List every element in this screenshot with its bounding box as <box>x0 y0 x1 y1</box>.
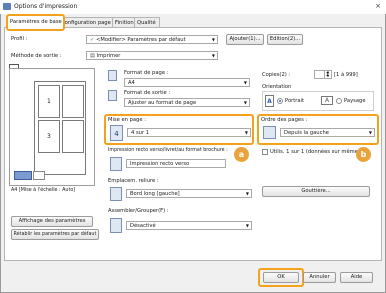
layout-value: 4 sur 1 <box>131 130 150 136</box>
page-order-label: Ordre des pages : <box>261 117 308 123</box>
page-size-select[interactable]: A4 ▼ <box>124 78 250 87</box>
binding-icon <box>110 187 122 201</box>
help-button[interactable]: Aide <box>340 272 373 283</box>
duplex-select[interactable]: Impression recto verso <box>126 159 226 168</box>
binding-value: Bord long [gauche] <box>130 191 180 197</box>
page-number-1: 1 <box>47 98 51 105</box>
copies-range: [1 à 999] <box>334 72 358 78</box>
page-preview: 1 3 <box>9 68 95 186</box>
close-icon[interactable]: × <box>372 1 384 11</box>
output-size-label: Format de sortie : <box>124 90 171 96</box>
output-size-value: Ajuster au format de page <box>128 100 197 106</box>
one-sided-label: Utilis. 1 sur 1 (données sur même pag <box>270 149 370 155</box>
copies-spinner[interactable]: ▲ ▼ <box>324 70 331 79</box>
output-method-label: Méthode de sortie : <box>11 53 62 59</box>
profile-select[interactable]: ✓ <Modifier> Paramètres par défaut ▼ <box>86 35 218 44</box>
page-order-select[interactable]: Depuis la gauche ▼ <box>280 128 375 137</box>
chevron-down-icon: ▼ <box>243 80 247 85</box>
duplex-value: Impression recto verso <box>130 161 190 167</box>
binding-select[interactable]: Bord long [gauche] ▼ <box>126 189 252 198</box>
page-order-value: Depuis la gauche <box>284 130 329 136</box>
preview-page <box>62 85 84 118</box>
chevron-down-icon: ▼ <box>245 223 249 228</box>
orientation-group: A Portrait A Paysage <box>262 91 374 111</box>
page-size-label: Format de page : <box>124 70 169 76</box>
landscape-radio[interactable] <box>336 98 342 104</box>
preview-caption: A4 [Mise à l'échelle : Auto] <box>11 188 76 193</box>
show-settings-button[interactable]: Affichage des paramètres <box>11 216 93 227</box>
finishing-select[interactable]: Désactivé ▼ <box>126 221 252 230</box>
portrait-label: Portrait <box>285 98 305 104</box>
page-order-group: Ordre des pages : Depuis la gauche ▼ <box>257 114 379 145</box>
printer-preview-icon[interactable] <box>14 171 32 180</box>
layout-label: Mise en page : <box>108 117 146 123</box>
output-method-select[interactable]: ▤ Imprimer ▼ <box>86 51 218 60</box>
layout-group: Mise en page : 4 4 sur 1 ▼ <box>104 114 254 145</box>
profile-value: <Modifier> Paramètres par défaut <box>96 37 186 43</box>
portrait-icon: A <box>265 95 274 107</box>
collate-icon <box>110 218 122 233</box>
tab-basic-settings[interactable]: Paramètres de base <box>6 14 65 31</box>
chevron-down-icon: ▼ <box>243 100 247 105</box>
printer-icon <box>3 3 11 10</box>
page-number-3: 3 <box>47 133 51 140</box>
layout-icon: 4 <box>110 125 123 141</box>
gutter-button[interactable]: Gouttière... <box>262 186 370 197</box>
binding-label: Emplacem. reliure : <box>108 178 159 184</box>
settings-preview-icon[interactable] <box>33 171 45 180</box>
one-sided-checkbox[interactable] <box>262 149 268 155</box>
print-icon: ▤ <box>90 53 95 59</box>
callout-badge-b: b <box>356 147 371 162</box>
add-profile-button[interactable]: Ajouter(1)... <box>226 34 264 45</box>
chevron-down-icon: ▼ <box>211 53 215 58</box>
output-method-value: Imprimer <box>96 53 121 59</box>
portrait-radio[interactable] <box>277 98 283 104</box>
duplex-label: Impression recto verso/livret/au format … <box>108 148 228 153</box>
chevron-down-icon: ▼ <box>368 130 372 135</box>
page-size-icon <box>108 70 117 81</box>
orientation-label: Orientation <box>262 84 292 90</box>
page-size-value: A4 <box>128 80 135 86</box>
preview-page <box>62 120 84 153</box>
output-size-icon <box>108 90 117 101</box>
edit-profile-button[interactable]: Edition(2)... <box>267 34 303 45</box>
callout-badge-a: a <box>234 147 249 162</box>
layout-select[interactable]: 4 sur 1 ▼ <box>127 128 251 137</box>
preview-sheet: 1 3 <box>34 81 86 175</box>
landscape-icon: A <box>321 96 333 105</box>
duplex-icon <box>110 157 122 171</box>
landscape-label: Paysage <box>344 98 366 104</box>
profile-label: Profil : <box>11 36 28 42</box>
window-title: Options d'impression <box>14 3 78 10</box>
finishing-label: Assembler/Grouper(F) : <box>108 208 169 214</box>
ok-button[interactable]: OK <box>263 272 299 283</box>
chevron-down-icon: ▼ <box>245 191 249 196</box>
chevron-down-icon: ▼ <box>244 130 248 135</box>
title-bar: Options d'impression × <box>0 0 386 14</box>
output-size-select[interactable]: Ajuster au format de page ▼ <box>124 98 250 107</box>
check-icon: ✓ <box>90 37 95 43</box>
chevron-down-icon: ▼ <box>211 37 215 42</box>
cancel-button[interactable]: Annuler <box>303 272 336 283</box>
page-order-icon <box>263 126 276 139</box>
reset-defaults-button[interactable]: Rétablir les paramètres par défaut <box>11 229 99 240</box>
copies-label: Copies(2) : <box>262 72 291 78</box>
finishing-value: Désactivé <box>130 223 156 229</box>
